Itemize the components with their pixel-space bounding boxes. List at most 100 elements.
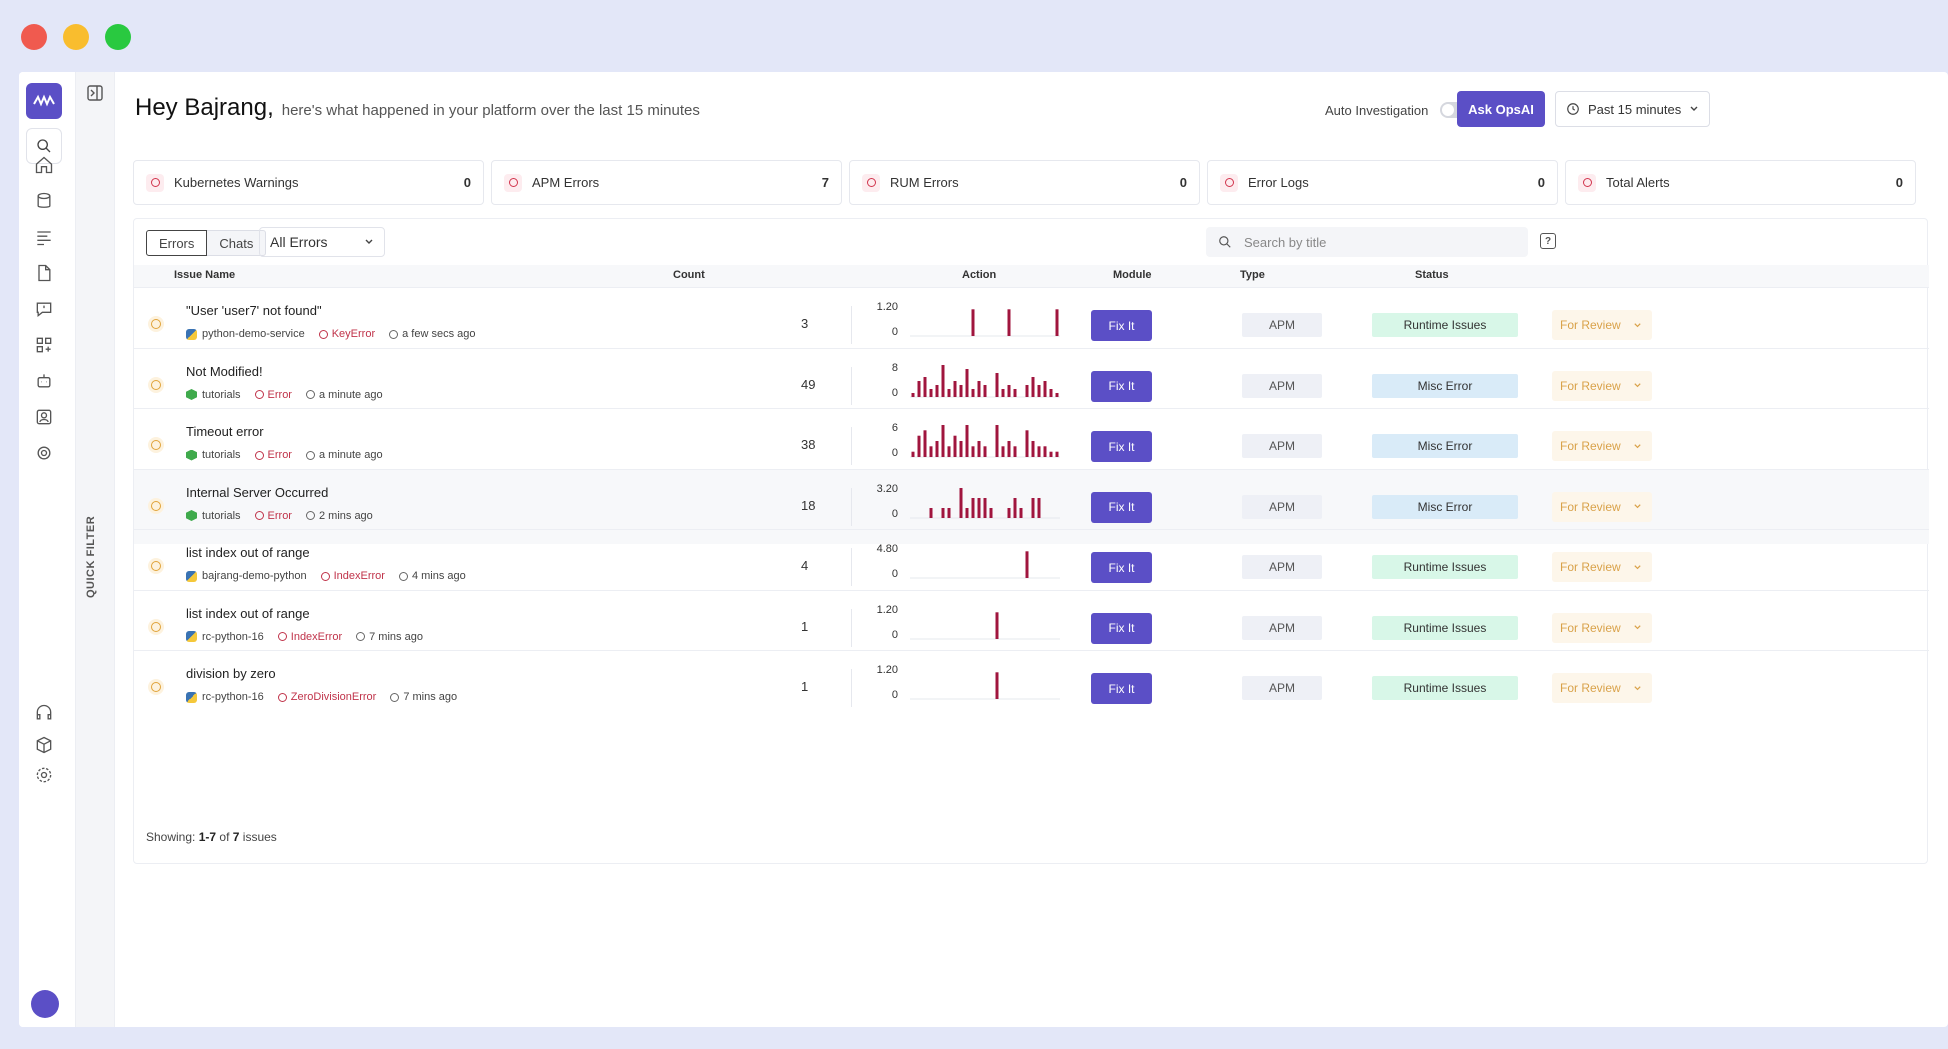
service: tutorials <box>186 449 241 461</box>
fix-it-button[interactable]: Fix It <box>1091 431 1152 462</box>
nav-infrastructure[interactable] <box>33 190 55 212</box>
table-header: Issue Name Count Action Module Type Stat… <box>134 265 1929 287</box>
main-content: Hey Bajrang, here's what happened in you… <box>115 72 1948 1027</box>
fix-it-button[interactable]: Fix It <box>1091 612 1152 644</box>
nav-rum[interactable] <box>33 406 55 428</box>
issue-title[interactable]: Timeout error <box>186 424 264 439</box>
warning-icon <box>148 558 164 574</box>
col-type[interactable]: Type <box>1240 269 1265 281</box>
maximize-window-button[interactable] <box>105 24 131 50</box>
quick-filter-label[interactable]: QUICK FILTER <box>85 516 97 598</box>
fix-it-button[interactable]: Fix It <box>1091 370 1152 402</box>
nav-integrations[interactable] <box>33 734 55 756</box>
status-select[interactable]: For Review <box>1552 673 1652 703</box>
col-issue-name[interactable]: Issue Name <box>174 269 235 281</box>
issue-title[interactable]: division by zero <box>186 666 276 681</box>
fix-it-button[interactable]: Fix It <box>1091 552 1152 583</box>
spark-bar <box>971 388 975 397</box>
status-select[interactable]: For Review <box>1552 431 1652 461</box>
issue-title[interactable]: "User 'user7' not found" <box>186 303 322 318</box>
issue-title[interactable]: Not Modified! <box>186 364 263 379</box>
issue-title[interactable]: Internal Server Occurred <box>186 485 328 500</box>
avatar[interactable] <box>31 990 59 1018</box>
log-file-icon <box>1220 173 1238 192</box>
footer-prefix: Showing: <box>146 830 196 844</box>
close-window-button[interactable] <box>21 24 47 50</box>
issue-meta: python-demo-service KeyError a few secs ag… <box>186 328 476 340</box>
summary-card[interactable]: APM Errors 7 <box>491 160 842 205</box>
history-icon <box>305 511 315 520</box>
fix-it-button[interactable]: Fix It <box>1091 310 1152 341</box>
spark-bar <box>1007 384 1011 397</box>
error-type-label: Error <box>267 509 292 522</box>
ask-opsai-button[interactable]: Ask OpsAI <box>1457 91 1545 127</box>
nav-dashboards[interactable] <box>33 334 55 356</box>
history-icon <box>390 692 400 702</box>
search-icon <box>37 139 51 153</box>
status-select[interactable]: For Review <box>1552 612 1652 643</box>
spark-bar <box>923 430 927 457</box>
nav-logs[interactable] <box>33 226 55 248</box>
nav-alerts[interactable] <box>33 298 55 320</box>
issue-title[interactable]: list index out of range <box>186 606 310 621</box>
help-icon[interactable]: ? <box>1540 233 1556 249</box>
issue-meta: rc-python-16 ZeroDivisionError 7 mins ago <box>186 691 457 703</box>
spark-bar <box>1043 380 1047 397</box>
issues-panel: Errors Chats All Errors Search by title … <box>133 218 1929 864</box>
tab-chats[interactable]: Chats <box>207 230 267 256</box>
nav-settings[interactable] <box>33 764 55 786</box>
greeting: Hey Bajrang, here's what happened in you… <box>135 94 700 122</box>
error-type-label: IndexError <box>290 630 343 643</box>
time-range-select[interactable]: Past 15 minutes <box>1555 91 1710 127</box>
spark-y-max: 8 <box>891 361 898 374</box>
history-icon <box>356 632 366 641</box>
fix-it-button[interactable]: Fix It <box>1091 491 1152 523</box>
warning-icon <box>148 316 164 332</box>
col-count[interactable]: Count <box>673 269 705 281</box>
nav-settings-advanced[interactable] <box>33 442 55 464</box>
table-row[interactable]: division by zero rc-python-16 ZeroDivision… <box>134 650 1929 725</box>
spark-bar <box>941 507 945 518</box>
logo[interactable] <box>26 83 62 119</box>
status-select[interactable]: For Review <box>1552 491 1652 522</box>
col-status[interactable]: Status <box>1415 269 1449 281</box>
search-input[interactable]: Search by title <box>1206 227 1528 257</box>
nav-support[interactable] <box>33 702 55 724</box>
spark-bar <box>977 497 981 518</box>
summary-card[interactable]: Total Alerts 0 <box>1565 160 1916 205</box>
nav-home[interactable] <box>33 154 55 176</box>
spark-bar <box>995 672 999 699</box>
spark-bar <box>911 451 915 457</box>
spark-y-max: 6 <box>891 422 898 434</box>
python-icon <box>186 328 197 340</box>
nav-reports[interactable] <box>33 262 55 284</box>
spark-y-max: 4.80 <box>876 543 898 555</box>
summary-card[interactable]: RUM Errors 0 <box>849 160 1200 205</box>
minimize-window-button[interactable] <box>63 24 89 50</box>
sparkline-chart <box>910 551 1060 579</box>
error-circle-icon <box>318 329 328 339</box>
error-type: Error <box>254 509 292 522</box>
spark-y-min: 0 <box>891 689 898 701</box>
status-select[interactable]: For Review <box>1552 552 1652 582</box>
summary-card[interactable]: Error Logs 0 <box>1207 160 1558 205</box>
col-module[interactable]: Module <box>1113 269 1152 281</box>
box-icon <box>36 736 52 754</box>
spark-y-min: 0 <box>891 507 898 520</box>
summary-card[interactable]: Kubernetes Warnings 0 <box>133 160 484 205</box>
alert-circle-icon <box>504 173 522 192</box>
tab-errors[interactable]: Errors <box>146 230 208 256</box>
fix-it-button[interactable]: Fix It <box>1091 673 1152 704</box>
issue-title[interactable]: list index out of range <box>186 545 310 560</box>
spark-bar <box>1025 430 1029 457</box>
app-window: QUICK FILTER Hey Bajrang, here's what ha… <box>19 72 1948 1027</box>
user-session-icon <box>36 409 52 425</box>
last-seen-label: 2 mins ago <box>318 509 373 522</box>
status-select[interactable]: For Review <box>1552 310 1652 340</box>
error-filter-select[interactable]: All Errors <box>259 227 385 257</box>
sidebar-toggle-icon[interactable] <box>86 84 104 102</box>
nav-ai-agent[interactable] <box>33 370 55 392</box>
status-select[interactable]: For Review <box>1552 370 1652 401</box>
spark-bar <box>959 487 963 518</box>
error-circle-icon <box>254 450 264 460</box>
